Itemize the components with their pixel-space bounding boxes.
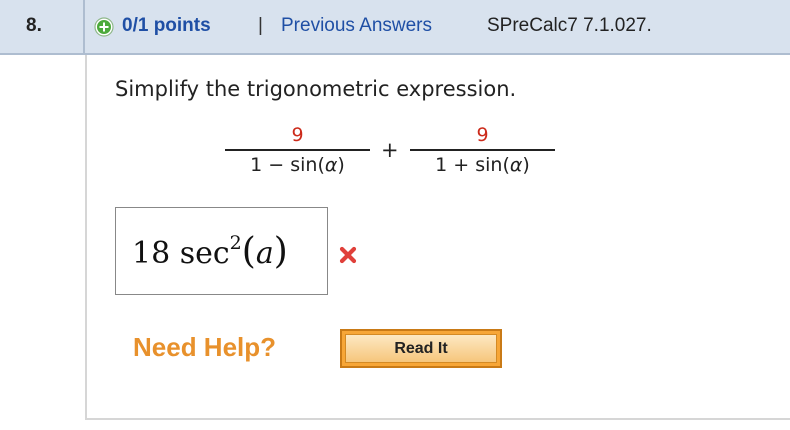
previous-answers-link[interactable]: Previous Answers xyxy=(281,15,432,37)
points-score: 0/1 points xyxy=(122,15,211,36)
read-it-button-label: Read It xyxy=(345,334,497,363)
fraction-1-denominator: 1 − sin(α) xyxy=(250,153,345,176)
x-mark-icon xyxy=(338,245,358,265)
plus-circle-icon[interactable] xyxy=(94,17,114,37)
question-number-cell: 8. xyxy=(0,0,85,53)
read-it-button[interactable]: Read It xyxy=(340,329,502,368)
plus-operator: + xyxy=(381,138,399,162)
content-bottom-border xyxy=(85,418,790,420)
answer-input-box[interactable]: 18 sec2(a) xyxy=(115,207,328,295)
question-header: 8. 0/1 points | Previous Answers SPreCal… xyxy=(0,0,790,55)
problem-code: SPreCalc7 7.1.027. xyxy=(487,15,652,36)
header-separator: | xyxy=(258,15,263,36)
question-prompt: Simplify the trigonometric expression. xyxy=(115,77,517,101)
answer-value: 18 sec2(a) xyxy=(132,231,288,272)
fraction-1: 9 1 − sin(α) xyxy=(225,121,370,179)
need-help-label: Need Help? xyxy=(133,332,277,362)
fraction-1-numerator: 9 xyxy=(291,124,304,146)
question-number: 8. xyxy=(26,15,42,36)
content-left-border xyxy=(85,55,87,420)
fraction-2-numerator: 9 xyxy=(476,124,489,146)
fraction-2-denominator: 1 + sin(α) xyxy=(435,153,530,176)
fraction-2: 9 1 + sin(α) xyxy=(410,121,555,179)
